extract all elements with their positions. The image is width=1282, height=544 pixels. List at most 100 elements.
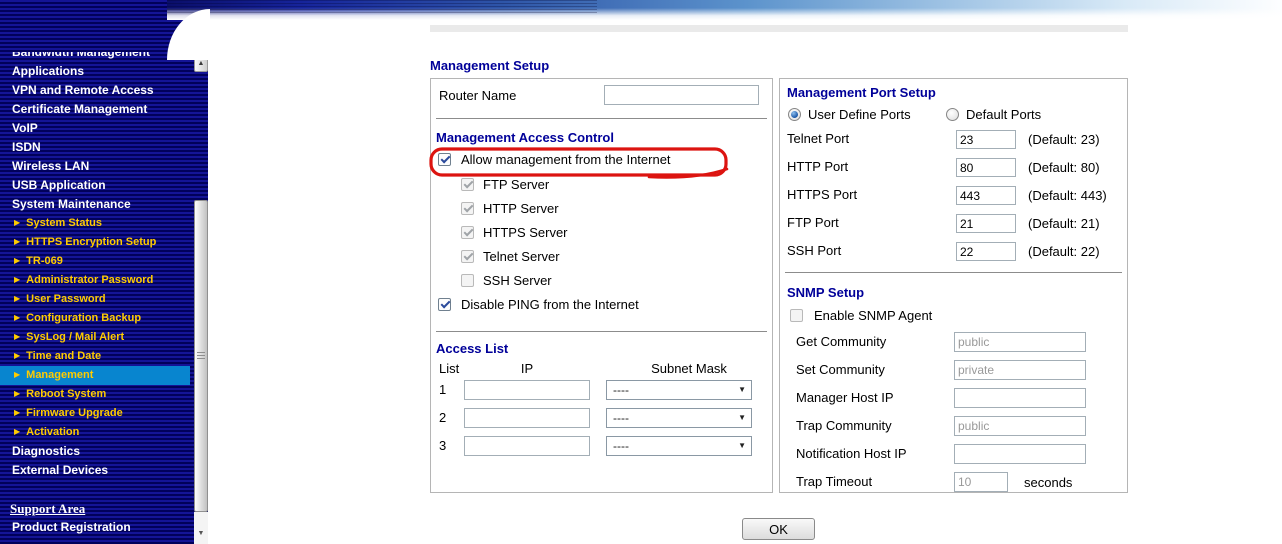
port-label: HTTP Port <box>787 159 848 174</box>
sidebar-item-firmware-upgrade[interactable]: ▶Firmware Upgrade <box>0 404 193 423</box>
submenu-arrow-icon: ▶ <box>14 328 20 346</box>
enable-snmp-label: Enable SNMP Agent <box>814 308 932 323</box>
enable-snmp-checkbox[interactable] <box>790 309 803 322</box>
submenu-arrow-icon: ▶ <box>14 214 20 232</box>
telnet-port-input[interactable] <box>956 130 1016 149</box>
divider <box>436 331 767 332</box>
sidebar-item-label: System Status <box>26 217 102 229</box>
scrollbar-thumb[interactable] <box>194 200 208 512</box>
sidebar-item-diagnostics[interactable]: Diagnostics <box>0 442 193 461</box>
ftp-server-checkbox[interactable] <box>461 178 474 191</box>
ssh-server-checkbox[interactable] <box>461 274 474 287</box>
port-default-hint: (Default: 22) <box>1028 244 1100 259</box>
sidebar-item-administrator-password[interactable]: ▶Administrator Password <box>0 271 193 290</box>
access-list-ip-input-3[interactable] <box>464 436 590 456</box>
sidebar-item-https-encryption-setup[interactable]: ▶HTTPS Encryption Setup <box>0 233 193 252</box>
sidebar-item-activation[interactable]: ▶Activation <box>0 423 193 442</box>
sidebar-item-product-registration[interactable]: Product Registration <box>0 518 193 537</box>
top-banner-stripes <box>167 0 597 14</box>
checkbox-label: Disable PING from the Internet <box>461 297 639 312</box>
checkbox-label: Allow management from the Internet <box>461 152 671 167</box>
snmp-heading: SNMP Setup <box>787 285 864 300</box>
access-list-col-ip: IP <box>487 361 567 376</box>
port-default-hint: (Default: 21) <box>1028 216 1100 231</box>
access-list-col-list: List <box>439 361 459 376</box>
router-admin-page: Bandwidth ManagementApplicationsVPN and … <box>0 0 1282 544</box>
sidebar-item-label: TR-069 <box>26 255 63 267</box>
checkbox-label: FTP Server <box>483 177 549 192</box>
sidebar-item-syslog-mail-alert[interactable]: ▶ SysLog / Mail Alert <box>0 328 193 347</box>
router-name-input[interactable] <box>604 85 759 105</box>
sidebar-item-tr-069[interactable]: ▶ TR-069 <box>0 252 193 271</box>
sidebar-item-system-status[interactable]: ▶ System Status <box>0 214 193 233</box>
snmp-field-label: Get Community <box>796 334 886 349</box>
default-ports-radio[interactable] <box>946 108 959 121</box>
chevron-down-icon: ▼ <box>738 437 746 455</box>
access-list-ip-input-1[interactable] <box>464 380 590 400</box>
subnet-mask-select-2[interactable]: ---- ▼ <box>606 408 752 428</box>
allow-management-from-the-internet-checkbox[interactable] <box>438 153 451 166</box>
sidebar-item-certificate-management[interactable]: Certificate Management <box>0 100 193 119</box>
scrollbar-down-button[interactable]: ▼ <box>194 527 208 541</box>
ssh-port-input[interactable] <box>956 242 1016 261</box>
chevron-down-icon: ▼ <box>738 409 746 427</box>
sidebar-item-time-and-date[interactable]: ▶Time and Date <box>0 347 193 366</box>
disable-ping-from-the-internet-checkbox[interactable] <box>438 298 451 311</box>
telnet-server-checkbox[interactable] <box>461 250 474 263</box>
get-community-input[interactable] <box>954 332 1086 352</box>
select-value: ---- <box>613 411 629 425</box>
ftp-port-input[interactable] <box>956 214 1016 233</box>
checkbox-label: HTTP Server <box>483 201 559 216</box>
sidebar-item-applications[interactable]: Applications <box>0 62 193 81</box>
sidebar-item-label: SysLog / Mail Alert <box>26 331 124 343</box>
http-server-checkbox[interactable] <box>461 202 474 215</box>
divider <box>436 118 767 119</box>
snmp-field-label: Trap Timeout <box>796 474 872 489</box>
access-list-col-mask: Subnet Mask <box>619 361 759 376</box>
sidebar-item-usb-application[interactable]: USB Application <box>0 176 193 195</box>
sidebar-item-vpn-and-remote-access[interactable]: VPN and Remote Access <box>0 81 193 100</box>
sidebar-item-configuration-backup[interactable]: ▶Configuration Backup <box>0 309 193 328</box>
snmp-field-label: Set Community <box>796 362 885 377</box>
sidebar-item-user-password[interactable]: ▶User Password <box>0 290 193 309</box>
trap-community-input[interactable] <box>954 416 1086 436</box>
set-community-input[interactable] <box>954 360 1086 380</box>
sidebar-item-system-maintenance[interactable]: System Maintenance <box>0 195 193 214</box>
sidebar-item-reboot-system[interactable]: ▶Reboot System <box>0 385 193 404</box>
port-label: HTTPS Port <box>787 187 857 202</box>
sidebar-item-voip[interactable]: VoIP <box>0 119 193 138</box>
sidebar-item-isdn[interactable]: ISDN <box>0 138 193 157</box>
subnet-mask-select-3[interactable]: ---- ▼ <box>606 436 752 456</box>
https-server-checkbox[interactable] <box>461 226 474 239</box>
trap-timeout-input[interactable] <box>954 472 1008 492</box>
port-label: FTP Port <box>787 215 839 230</box>
submenu-arrow-icon: ▶ <box>14 252 20 270</box>
https-port-input[interactable] <box>956 186 1016 205</box>
divider <box>785 272 1122 273</box>
access-control-heading: Management Access Control <box>436 130 614 145</box>
subnet-mask-select-1[interactable]: ---- ▼ <box>606 380 752 400</box>
sidebar-item-external-devices[interactable]: External Devices <box>0 461 193 480</box>
sidebar-item-label: Reboot System <box>26 388 106 400</box>
submenu-arrow-icon: ▶ <box>14 404 20 422</box>
select-value: ---- <box>613 439 629 453</box>
manager-host-ip-input[interactable] <box>954 388 1086 408</box>
chevron-down-icon: ▼ <box>738 381 746 399</box>
user-define-ports-radio[interactable] <box>788 108 801 121</box>
access-list-ip-input-2[interactable] <box>464 408 590 428</box>
sidebar-item-bandwidth-management[interactable]: Bandwidth Management <box>0 52 193 62</box>
sidebar-item-support-area[interactable]: Support Area <box>0 499 193 518</box>
sidebar-item-wireless-lan[interactable]: Wireless LAN <box>0 157 193 176</box>
submenu-arrow-icon: ▶ <box>14 309 20 327</box>
sidebar-item-label: Activation <box>26 426 79 438</box>
sidebar-menu: Bandwidth ManagementApplicationsVPN and … <box>0 52 193 544</box>
access-list-row-number: 2 <box>439 410 446 425</box>
ok-button[interactable]: OK <box>742 518 815 540</box>
http-port-input[interactable] <box>956 158 1016 177</box>
select-value: ---- <box>613 383 629 397</box>
management-port-panel: Management Port Setup User Define PortsD… <box>779 78 1128 493</box>
sidebar-item-management[interactable]: ▶Management <box>0 366 190 385</box>
access-list-row-number: 1 <box>439 382 446 397</box>
notification-host-ip-input[interactable] <box>954 444 1086 464</box>
sidebar-item-label: User Password <box>26 293 105 305</box>
